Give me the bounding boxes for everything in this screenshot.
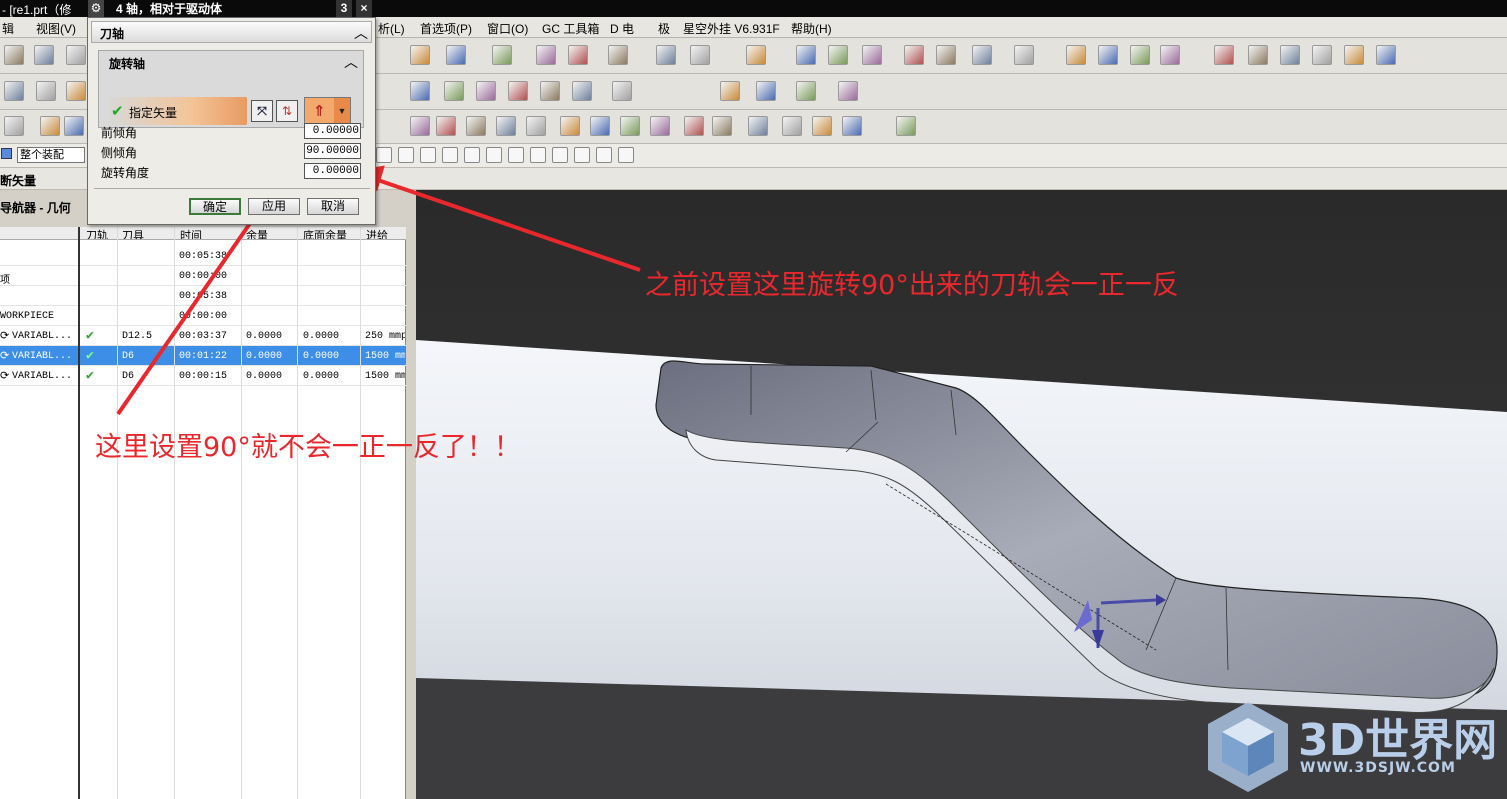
ok-button[interactable]: 确定 [189,198,241,215]
check-icon: ✔ [111,103,124,120]
cancel-button[interactable]: 取消 [307,198,359,215]
dialog-title: 刀轴 [100,27,125,41]
dialog-separator [94,188,370,189]
dialog-header: 刀轴 ︿ [91,21,372,43]
vector-constructor-button[interactable]: ⇅ [276,100,298,122]
apply-button[interactable]: 应用 [248,198,300,215]
vector-arrow-icon: ⇑ [313,103,326,120]
lead-angle-label: 前倾角 [101,126,138,140]
tool-axis-dialog: 刀轴 ︿ 旋转轴 ︿ ✔ 指定矢量 ⤧ ⇅ ⇑ ▼ 前倾角 0.00000 侧倾… [87,17,376,225]
watermark-brand: 3D世界网 [1298,715,1498,766]
tilt-angle-label: 侧倾角 [101,146,138,160]
rotation-angle-input[interactable]: 0.00000 [304,163,361,179]
reverse-direction-button[interactable]: ⤧ [251,100,273,122]
rotation-angle-label: 旋转角度 [101,166,150,180]
lead-angle-input[interactable]: 0.00000 [304,123,361,139]
specify-vector-row[interactable]: ✔ 指定矢量 [109,97,247,125]
inferred-vector-dropdown[interactable]: ⇑ ▼ [304,97,351,125]
collapse-chevron-icon[interactable]: ︿ [354,23,368,43]
rotation-axis-group: 旋转轴 ︿ ✔ 指定矢量 ⤧ ⇅ ⇑ ▼ [98,50,364,128]
dropdown-arrow-icon: ▼ [334,98,350,124]
watermark-cube-logo [1208,702,1288,792]
watermark-url: WWW.3DSJW.COM [1300,760,1456,776]
watermark: 3D世界网 WWW.3DSJW.COM [1200,700,1500,795]
annotation-top: 之前设置这里旋转90°出来的刀轨会一正一反 [645,270,1179,301]
tilt-angle-input[interactable]: 90.00000 [304,143,361,159]
group-title: 旋转轴 [109,57,146,71]
specify-vector-label: 指定矢量 [129,106,178,120]
group-collapse-chevron-icon[interactable]: ︿ [344,52,358,72]
annotation-bottom: 这里设置90°就不会一正一反了！！ [95,432,521,463]
